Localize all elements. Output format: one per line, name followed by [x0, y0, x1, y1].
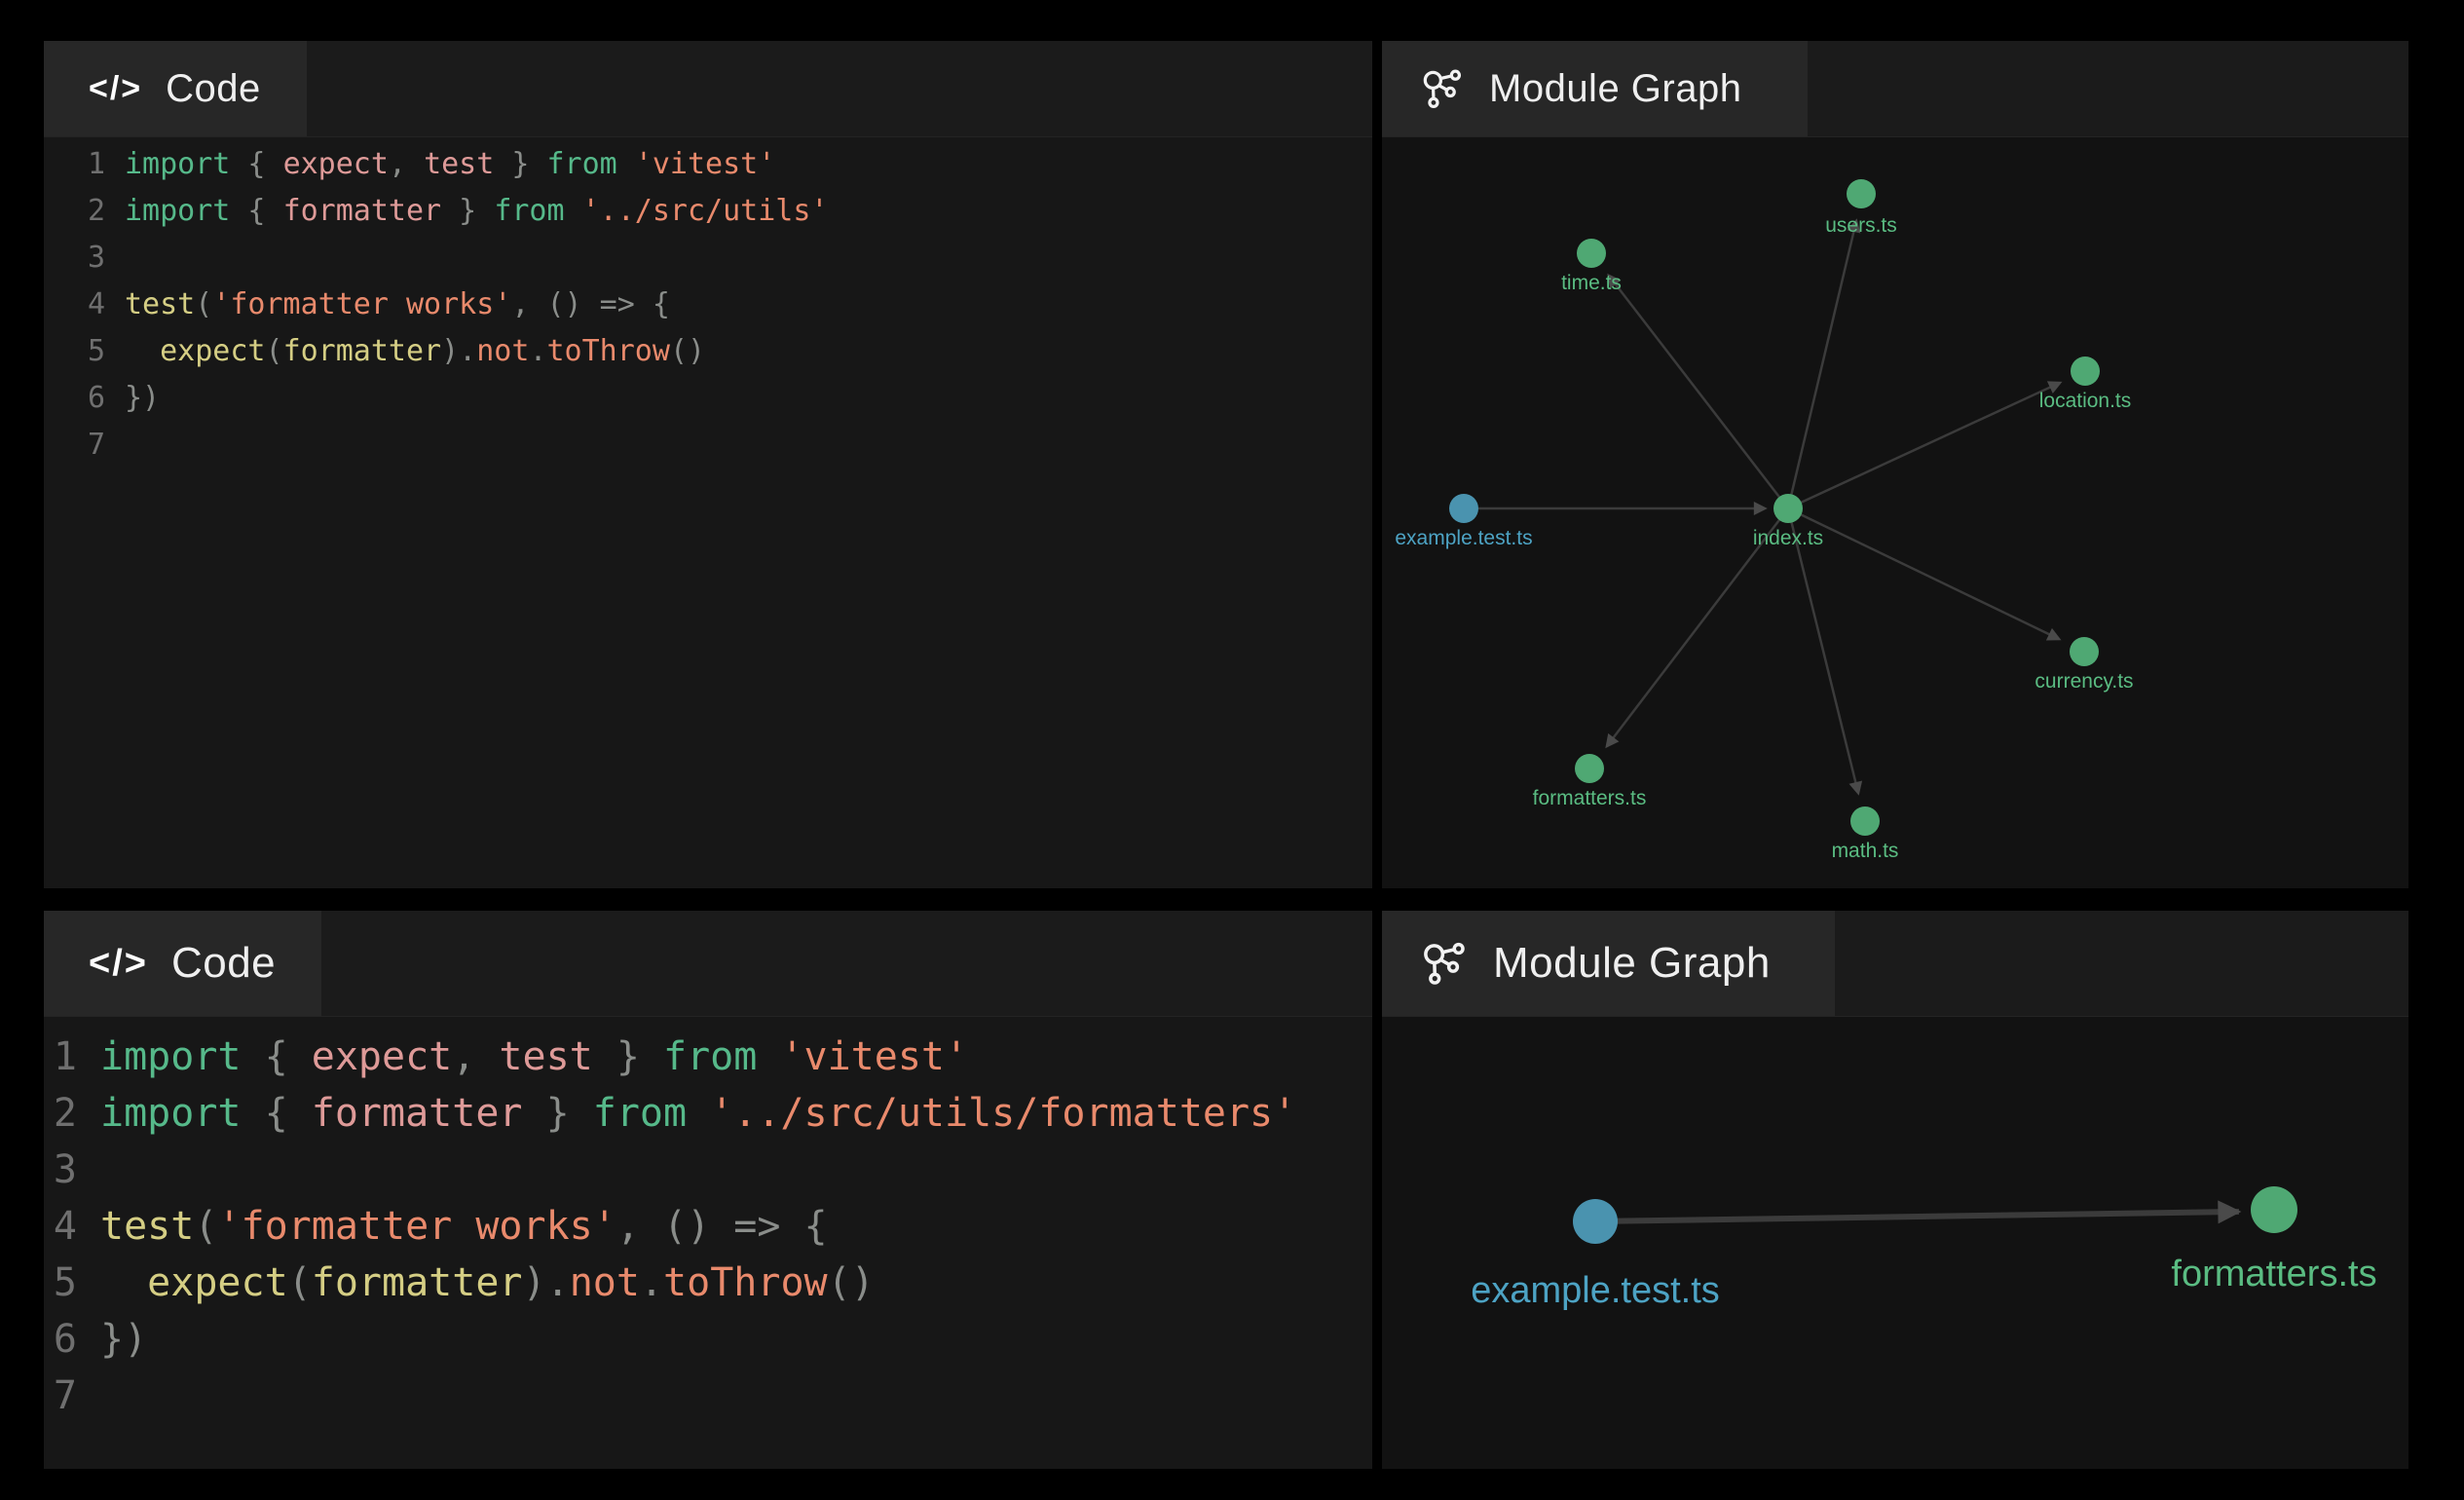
- node-label-index: index.ts: [1753, 527, 1823, 549]
- code-line: 7: [44, 1368, 1372, 1424]
- line-number: 2: [44, 1085, 77, 1142]
- bottom-module-graph-panel: Module Graph example.test.ts formatters.…: [1382, 911, 2408, 1469]
- bottom-code-tabbar: </> Code: [44, 911, 1372, 1017]
- line-number: 5: [44, 328, 105, 375]
- code-line: 5 expect(formatter).not.toThrow(): [44, 328, 1372, 375]
- node-label-location: location.ts: [2039, 390, 2132, 412]
- code-line: 2import { formatter } from '../src/utils…: [44, 1085, 1372, 1142]
- tab-module-graph-label: Module Graph: [1489, 67, 1741, 111]
- module-graph-icon: [1419, 66, 1464, 111]
- edge-index-currency: [1788, 508, 2059, 639]
- module-graph-icon: [1419, 939, 1468, 988]
- code-editor-bottom[interactable]: 1import { expect, test } from 'vitest'2i…: [44, 1017, 1372, 1469]
- node-label-users: users.ts: [1825, 214, 1897, 237]
- line-number: 2: [44, 188, 105, 235]
- tab-code-bottom[interactable]: </> Code: [44, 911, 321, 1016]
- code-line: 6}): [44, 375, 1372, 422]
- node-example-test[interactable]: [1449, 494, 1478, 523]
- line-number: 4: [44, 1198, 77, 1255]
- tab-module-graph-bottom[interactable]: Module Graph: [1382, 911, 1835, 1016]
- node-formatters[interactable]: [1575, 754, 1604, 783]
- tab-module-graph-label: Module Graph: [1493, 939, 1771, 988]
- code-line: 6}): [44, 1311, 1372, 1368]
- node-users[interactable]: [1847, 179, 1876, 208]
- edge-index-users: [1788, 221, 1856, 508]
- code-icon: </>: [89, 943, 148, 985]
- vitest-module-graph-comparison: { "colors": { "background": "#000000", "…: [0, 0, 2464, 1500]
- module-graph-canvas-top[interactable]: users.ts time.ts location.ts example.tes…: [1382, 137, 2408, 888]
- code-icon: </>: [89, 70, 142, 108]
- edge-index-math: [1788, 508, 1858, 793]
- node-label-time: time.ts: [1561, 272, 1622, 294]
- edge-index-location: [1788, 383, 2060, 508]
- node-math[interactable]: [1850, 806, 1880, 836]
- node-label-formatters: formatters.ts: [1533, 787, 1647, 809]
- line-number: 7: [44, 422, 105, 469]
- code-editor-top[interactable]: 1import { expect, test } from 'vitest'2i…: [44, 137, 1372, 888]
- node-time[interactable]: [1577, 239, 1606, 268]
- node-currency[interactable]: [2070, 637, 2099, 666]
- node-location[interactable]: [2071, 356, 2100, 386]
- node-label-example: example.test.ts: [1395, 527, 1532, 549]
- tab-code-label: Code: [166, 67, 261, 111]
- line-number: 4: [44, 281, 105, 328]
- tab-code-top[interactable]: </> Code: [44, 41, 307, 136]
- bottom-code-panel: </> Code 1import { expect, test } from '…: [44, 911, 1372, 1469]
- code-line: 2import { formatter } from '../src/utils…: [44, 188, 1372, 235]
- node-index[interactable]: [1773, 494, 1803, 523]
- node-label-currency: currency.ts: [2035, 670, 2133, 693]
- line-number: 6: [44, 1311, 77, 1368]
- top-module-graph-panel: Module Graph: [1382, 41, 2408, 888]
- top-code-tabbar: </> Code: [44, 41, 1372, 137]
- top-graph-tabbar: Module Graph: [1382, 41, 2408, 137]
- top-code-panel: </> Code 1import { expect, test } from '…: [44, 41, 1372, 888]
- edge-example-formatters: [1595, 1212, 2239, 1221]
- edge-index-time: [1609, 276, 1788, 508]
- code-line: 4test('formatter works', () => {: [44, 281, 1372, 328]
- tab-code-label: Code: [171, 939, 276, 988]
- code-line: 3: [44, 1142, 1372, 1198]
- node-label-math: math.ts: [1832, 840, 1899, 862]
- code-line: 1import { expect, test } from 'vitest': [44, 1029, 1372, 1085]
- module-graph-canvas-bottom[interactable]: example.test.ts formatters.ts: [1382, 1017, 2408, 1469]
- line-number: 3: [44, 235, 105, 281]
- line-number: 7: [44, 1368, 77, 1424]
- line-number: 1: [44, 1029, 77, 1085]
- line-number: 6: [44, 375, 105, 422]
- bottom-graph-tabbar: Module Graph: [1382, 911, 2408, 1017]
- code-line: 5 expect(formatter).not.toThrow(): [44, 1255, 1372, 1311]
- node-formatters[interactable]: [2251, 1186, 2297, 1233]
- node-label-example: example.test.ts: [1471, 1270, 1720, 1311]
- code-line: 4test('formatter works', () => {: [44, 1198, 1372, 1255]
- code-line: 3: [44, 235, 1372, 281]
- tab-module-graph-top[interactable]: Module Graph: [1382, 41, 1808, 136]
- line-number: 5: [44, 1255, 77, 1311]
- line-number: 1: [44, 141, 105, 188]
- code-line: 1import { expect, test } from 'vitest': [44, 141, 1372, 188]
- code-line: 7: [44, 422, 1372, 469]
- line-number: 3: [44, 1142, 77, 1198]
- node-label-formatters: formatters.ts: [2171, 1254, 2376, 1294]
- node-example-test[interactable]: [1573, 1199, 1618, 1244]
